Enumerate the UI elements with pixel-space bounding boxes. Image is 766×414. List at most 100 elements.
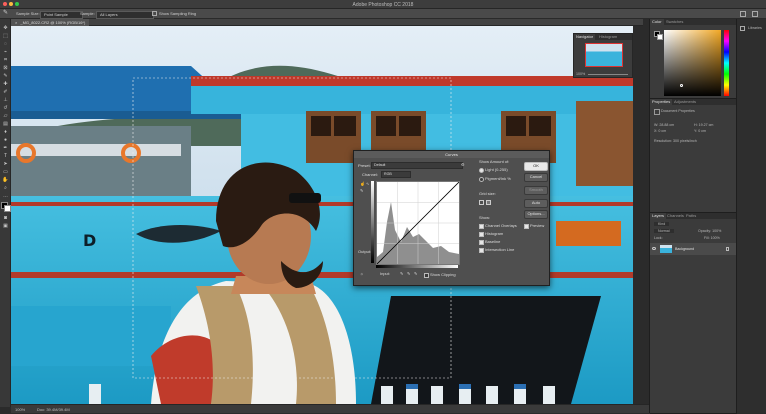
document-tab-close[interactable]: × (15, 20, 17, 25)
background-color-swatch[interactable] (4, 205, 11, 212)
workspace-icon[interactable] (740, 11, 746, 17)
color-panel-tabs: Color Swatches (650, 19, 737, 25)
navigator-thumbnail[interactable] (585, 43, 623, 67)
tab-layers[interactable]: Layers (650, 213, 667, 219)
tab-swatches[interactable]: Swatches (664, 19, 685, 25)
baseline-checkbox[interactable] (479, 240, 484, 245)
layer-visibility-eye-icon[interactable] (652, 247, 656, 250)
move-tool-icon[interactable]: ✥ (2, 25, 9, 31)
channel-label: Channel: (362, 172, 379, 177)
output-gradient-bar (371, 181, 374, 263)
cancel-button[interactable]: Cancel (524, 173, 548, 182)
preset-select[interactable]: Default (371, 162, 463, 169)
hand-tool-icon[interactable]: ✋ (2, 177, 9, 183)
white-point-eyedropper-icon[interactable]: ✎ (414, 271, 417, 276)
libraries-label[interactable]: Libraries (748, 26, 762, 30)
tab-properties[interactable]: Properties (650, 99, 673, 105)
title-bar: Adobe Photoshop CC 2018 (0, 0, 766, 9)
histogram-label: Histogram (485, 231, 504, 236)
healing-brush-tool-icon[interactable]: ✚ (2, 81, 9, 87)
prop-x[interactable]: X: 0 cm (654, 129, 666, 133)
lasso-tool-icon[interactable]: ◌ (2, 41, 9, 47)
intersection-line-checkbox[interactable] (479, 248, 484, 253)
sample-select[interactable]: All Layers (96, 11, 154, 19)
shape-tool-icon[interactable]: ▭ (2, 169, 9, 175)
ok-button[interactable]: OK (524, 162, 548, 171)
show-clipping-checkbox[interactable] (424, 273, 429, 278)
layer-row-background[interactable]: Background (650, 243, 737, 255)
quick-mask-icon[interactable]: ◙ (2, 215, 9, 221)
layer-lock-label: Lock: (654, 236, 663, 240)
options-button[interactable]: Options... (524, 210, 548, 219)
status-doc-size: Doc: 39.4M/39.4M (37, 407, 70, 412)
more-tools-icon[interactable]: … (2, 193, 9, 199)
histogram-checkbox[interactable] (479, 232, 484, 237)
crop-tool-icon[interactable]: ⌗ (2, 57, 9, 63)
document-tab[interactable]: × _MG_8022.CR2 @ 100% (RGB/16*) (11, 19, 90, 26)
quick-select-tool-icon[interactable]: ⌁ (2, 49, 9, 55)
blend-mode-select[interactable]: Normal (654, 229, 674, 233)
channel-select[interactable]: RGB (381, 171, 411, 178)
marquee-tool-icon[interactable]: ⬚ (2, 33, 9, 39)
show-clipping-label: Show Clipping (430, 272, 456, 277)
preset-label: Preset: (358, 163, 371, 168)
channel-overlays-checkbox[interactable] (479, 224, 484, 229)
prop-y[interactable]: Y: 0 cm (694, 129, 706, 133)
layer-filter-kind[interactable]: Kind (654, 222, 670, 226)
edit-points-icon[interactable]: ∿ (366, 181, 369, 186)
eraser-tool-icon[interactable]: ▱ (2, 113, 9, 119)
hue-slider[interactable] (724, 30, 729, 96)
screen-mode-icon[interactable]: ▣ (2, 223, 9, 229)
tab-histogram[interactable]: Histogram (597, 34, 619, 40)
preview-label: Preview (530, 223, 545, 228)
history-brush-tool-icon[interactable]: ↺ (2, 105, 9, 111)
prop-height[interactable]: H: 19.27 cm (694, 123, 713, 127)
gray-point-eyedropper-icon[interactable]: ✎ (407, 271, 410, 276)
tab-paths[interactable]: Paths (684, 213, 698, 219)
layer-fill[interactable]: Fill: 100% (704, 236, 720, 240)
path-select-tool-icon[interactable]: ➤ (2, 161, 9, 167)
pigment-radio[interactable] (479, 177, 484, 182)
preview-checkbox[interactable] (524, 224, 529, 229)
libraries-icon[interactable] (740, 26, 745, 31)
gradient-tool-icon[interactable]: ▤ (2, 121, 9, 127)
zoom-tool-icon[interactable]: ⌕ (2, 185, 9, 191)
brush-tool-icon[interactable]: ✐ (2, 89, 9, 95)
clone-stamp-tool-icon[interactable]: ⊥ (2, 97, 9, 103)
prop-width[interactable]: W: 28.88 cm (654, 123, 674, 127)
grid-simple-icon[interactable] (479, 200, 484, 205)
navigator-zoom-slider[interactable] (588, 74, 628, 75)
curves-graph[interactable] (376, 181, 460, 265)
pen-tool-icon[interactable]: ✒ (2, 145, 9, 151)
frame-tool-icon[interactable]: ⊠ (2, 65, 9, 71)
curve-display-options-icon[interactable]: ☼ (360, 271, 364, 276)
eyedropper-icon[interactable]: ✎ (3, 10, 8, 16)
navigator-panel: Navigator Histogram 100% (573, 33, 633, 78)
blur-tool-icon[interactable]: ♦ (2, 129, 9, 135)
navigator-panel-tabs: Navigator Histogram (574, 34, 632, 40)
black-point-eyedropper-icon[interactable]: ✎ (400, 271, 403, 276)
tab-navigator[interactable]: Navigator (574, 34, 596, 40)
tab-channels[interactable]: Channels (665, 213, 686, 219)
on-image-adjust-icon[interactable]: ☝ (360, 181, 365, 186)
show-amount-label: Show Amount of: (479, 159, 510, 164)
tab-adjustments[interactable]: Adjustments (672, 99, 698, 105)
grid-detailed-icon[interactable] (486, 200, 491, 205)
draw-curve-icon[interactable]: ✎ (360, 188, 363, 193)
color-background-swatch[interactable] (657, 34, 663, 40)
type-tool-icon[interactable]: T (2, 153, 9, 159)
eyedropper-tool-icon[interactable]: ✎ (2, 73, 9, 79)
color-picker-field[interactable] (664, 30, 721, 96)
tab-color[interactable]: Color (650, 19, 664, 25)
share-icon[interactable] (752, 11, 758, 17)
sample-size-select[interactable]: Point Sample (40, 11, 83, 19)
channel-overlays-label: Channel Overlays (485, 223, 517, 228)
auto-button[interactable]: Auto (524, 199, 548, 208)
show-sampling-ring-checkbox[interactable]: Show Sampling Ring (152, 11, 196, 17)
show-sampling-ring-label: Show Sampling Ring (159, 11, 197, 16)
smooth-button[interactable]: Smooth (524, 186, 548, 195)
layer-opacity[interactable]: Opacity: 100% (698, 229, 721, 233)
light-radio[interactable] (479, 168, 484, 173)
preset-options-icon[interactable]: ⚙ (461, 162, 465, 167)
dodge-tool-icon[interactable]: ● (2, 137, 9, 143)
